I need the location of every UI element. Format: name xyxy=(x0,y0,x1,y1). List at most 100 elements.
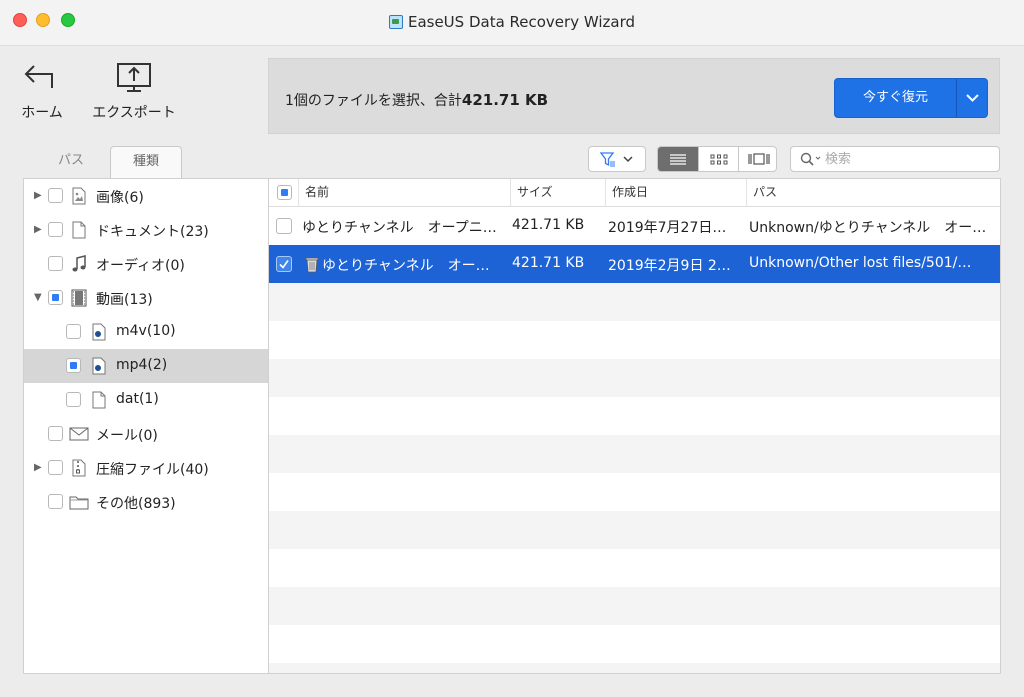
tree-item-images[interactable]: ▶ 画像(6) xyxy=(24,179,268,213)
tree-item-checkbox[interactable] xyxy=(66,392,81,407)
file-path-cell: Unknown/Other lost files/501/… xyxy=(749,255,972,271)
tree-item-checkbox[interactable] xyxy=(48,494,63,509)
title-bar: EaseUS Data Recovery Wizard xyxy=(0,0,1024,46)
home-label: ホーム xyxy=(21,105,63,121)
tree-item-checkbox[interactable] xyxy=(48,460,63,475)
select-all-checkbox[interactable] xyxy=(277,185,292,200)
category-tree: ▶ 画像(6) ▶ ドキュメント(23) オーディオ(0) ▼ 動画(13) m… xyxy=(23,178,268,674)
tree-item-audio[interactable]: オーディオ(0) xyxy=(24,247,268,281)
expand-arrow-icon[interactable]: ▶ xyxy=(34,224,42,235)
filter-icon xyxy=(599,152,633,167)
tree-item-checkbox[interactable] xyxy=(48,256,63,271)
tree-item-dat[interactable]: dat(1) xyxy=(24,383,268,417)
grid-view-button[interactable] xyxy=(698,147,738,171)
expand-arrow-icon[interactable]: ▶ xyxy=(34,190,42,201)
selection-summary-text: 1個のファイルを選択、合計 xyxy=(285,93,462,109)
empty-row-stripe xyxy=(269,587,1000,625)
search-input[interactable] xyxy=(825,150,993,168)
video-file-icon xyxy=(92,323,106,341)
tree-item-label: ドキュメント(23) xyxy=(96,224,209,240)
tree-item-checkbox[interactable] xyxy=(48,426,63,441)
list-view-icon xyxy=(670,154,686,165)
file-name-cell: ゆとりチャンネル オープニ… xyxy=(302,220,497,236)
selection-summary: 1個のファイルを選択、合計421.71 KB xyxy=(285,90,548,110)
empty-row-stripe xyxy=(269,435,1000,473)
grid-view-icon xyxy=(710,154,728,165)
recover-now-label: 今すぐ復元 xyxy=(862,90,928,105)
music-note-icon xyxy=(72,255,86,272)
file-name-cell: ゆとりチャンネル オー… xyxy=(322,258,490,274)
tree-item-label: 画像(6) xyxy=(96,190,144,206)
zip-file-icon xyxy=(72,459,86,477)
home-button[interactable]: ホーム xyxy=(14,60,70,122)
tree-item-checkbox[interactable] xyxy=(66,324,81,339)
film-icon xyxy=(71,289,87,307)
tree-item-label: mp4(2) xyxy=(116,357,168,373)
row-checkbox[interactable] xyxy=(276,218,292,234)
empty-row-stripe xyxy=(269,359,1000,397)
folder-icon xyxy=(69,496,89,510)
export-label: エクスポート xyxy=(92,105,176,121)
tree-item-checkbox[interactable] xyxy=(66,358,81,373)
tree-item-mp4[interactable]: mp4(2) xyxy=(24,349,268,383)
file-date-cell: 2019年7月27日… xyxy=(608,220,727,236)
export-monitor-icon xyxy=(117,63,151,92)
tab-path[interactable]: パス xyxy=(42,146,100,179)
export-button[interactable]: エクスポート xyxy=(86,60,182,122)
tree-item-video[interactable]: ▼ 動画(13) xyxy=(24,281,268,315)
view-mode-switcher xyxy=(657,146,777,172)
chevron-down-icon xyxy=(966,94,979,102)
search-box xyxy=(790,146,1000,172)
selection-total-size: 421.71 KB xyxy=(461,91,549,109)
file-size-cell: 421.71 KB xyxy=(512,255,585,271)
empty-row-stripe xyxy=(269,283,1000,321)
tree-item-archives[interactable]: ▶ 圧縮ファイル(40) xyxy=(24,451,268,485)
tab-type[interactable]: 種類 xyxy=(110,146,182,179)
tree-item-checkbox[interactable] xyxy=(48,290,63,305)
tree-item-checkbox[interactable] xyxy=(48,222,63,237)
column-header-name[interactable]: 名前 xyxy=(298,179,510,207)
empty-row-stripe xyxy=(269,663,1000,673)
expand-arrow-icon[interactable]: ▶ xyxy=(34,462,42,473)
search-icon xyxy=(800,152,821,166)
row-checkbox[interactable] xyxy=(276,256,292,272)
window-title-area: EaseUS Data Recovery Wizard xyxy=(0,13,1024,31)
trash-icon xyxy=(305,257,319,273)
video-file-icon xyxy=(92,357,106,375)
tree-item-label: m4v(10) xyxy=(116,323,176,339)
table-header: 名前 サイズ 作成日 パス xyxy=(269,179,1000,207)
tree-item-documents[interactable]: ▶ ドキュメント(23) xyxy=(24,213,268,247)
cover-flow-view-icon xyxy=(748,153,770,165)
table-row-selected[interactable]: ゆとりチャンネル オー… 421.71 KB 2019年2月9日 2… Unkn… xyxy=(269,245,1000,283)
tree-item-mail[interactable]: メール(0) xyxy=(24,417,268,451)
tree-item-m4v[interactable]: m4v(10) xyxy=(24,315,268,349)
tree-item-checkbox[interactable] xyxy=(48,188,63,203)
column-header-size[interactable]: サイズ xyxy=(510,179,605,207)
collapse-arrow-icon[interactable]: ▼ xyxy=(34,292,42,303)
recover-options-dropdown[interactable] xyxy=(957,79,988,117)
column-header-date[interactable]: 作成日 xyxy=(605,179,746,207)
app-logo-icon xyxy=(388,15,403,29)
recover-now-button[interactable]: 今すぐ復元 xyxy=(834,78,988,118)
column-header-path[interactable]: パス xyxy=(746,179,1000,207)
tree-item-label: dat(1) xyxy=(116,391,159,407)
file-path-cell: Unknown/ゆとりチャンネル オー… xyxy=(749,220,987,236)
tree-item-other[interactable]: その他(893) xyxy=(24,485,268,519)
list-view-button[interactable] xyxy=(658,147,698,171)
image-file-icon xyxy=(72,187,86,205)
app-window: EaseUS Data Recovery Wizard ホーム エクスポート 1… xyxy=(0,0,1024,697)
blank-file-icon xyxy=(92,391,106,409)
tree-item-label: メール(0) xyxy=(96,428,158,444)
tree-item-label: オーディオ(0) xyxy=(96,258,185,274)
filter-button[interactable] xyxy=(588,146,646,172)
file-list-table: 名前 サイズ 作成日 パス ゆとりチャンネル オープニ… 421.71 KB 2… xyxy=(268,178,1001,674)
tree-item-label: その他(893) xyxy=(96,496,176,512)
window-title: EaseUS Data Recovery Wizard xyxy=(407,13,636,31)
table-row[interactable]: ゆとりチャンネル オープニ… 421.71 KB 2019年7月27日… Unk… xyxy=(269,207,1000,245)
tree-item-label: 動画(13) xyxy=(96,292,153,308)
file-date-cell: 2019年2月9日 2… xyxy=(608,258,731,274)
tree-item-label: 圧縮ファイル(40) xyxy=(96,462,209,478)
envelope-icon xyxy=(69,427,89,441)
cover-flow-view-button[interactable] xyxy=(738,147,776,171)
empty-row-stripe xyxy=(269,511,1000,549)
